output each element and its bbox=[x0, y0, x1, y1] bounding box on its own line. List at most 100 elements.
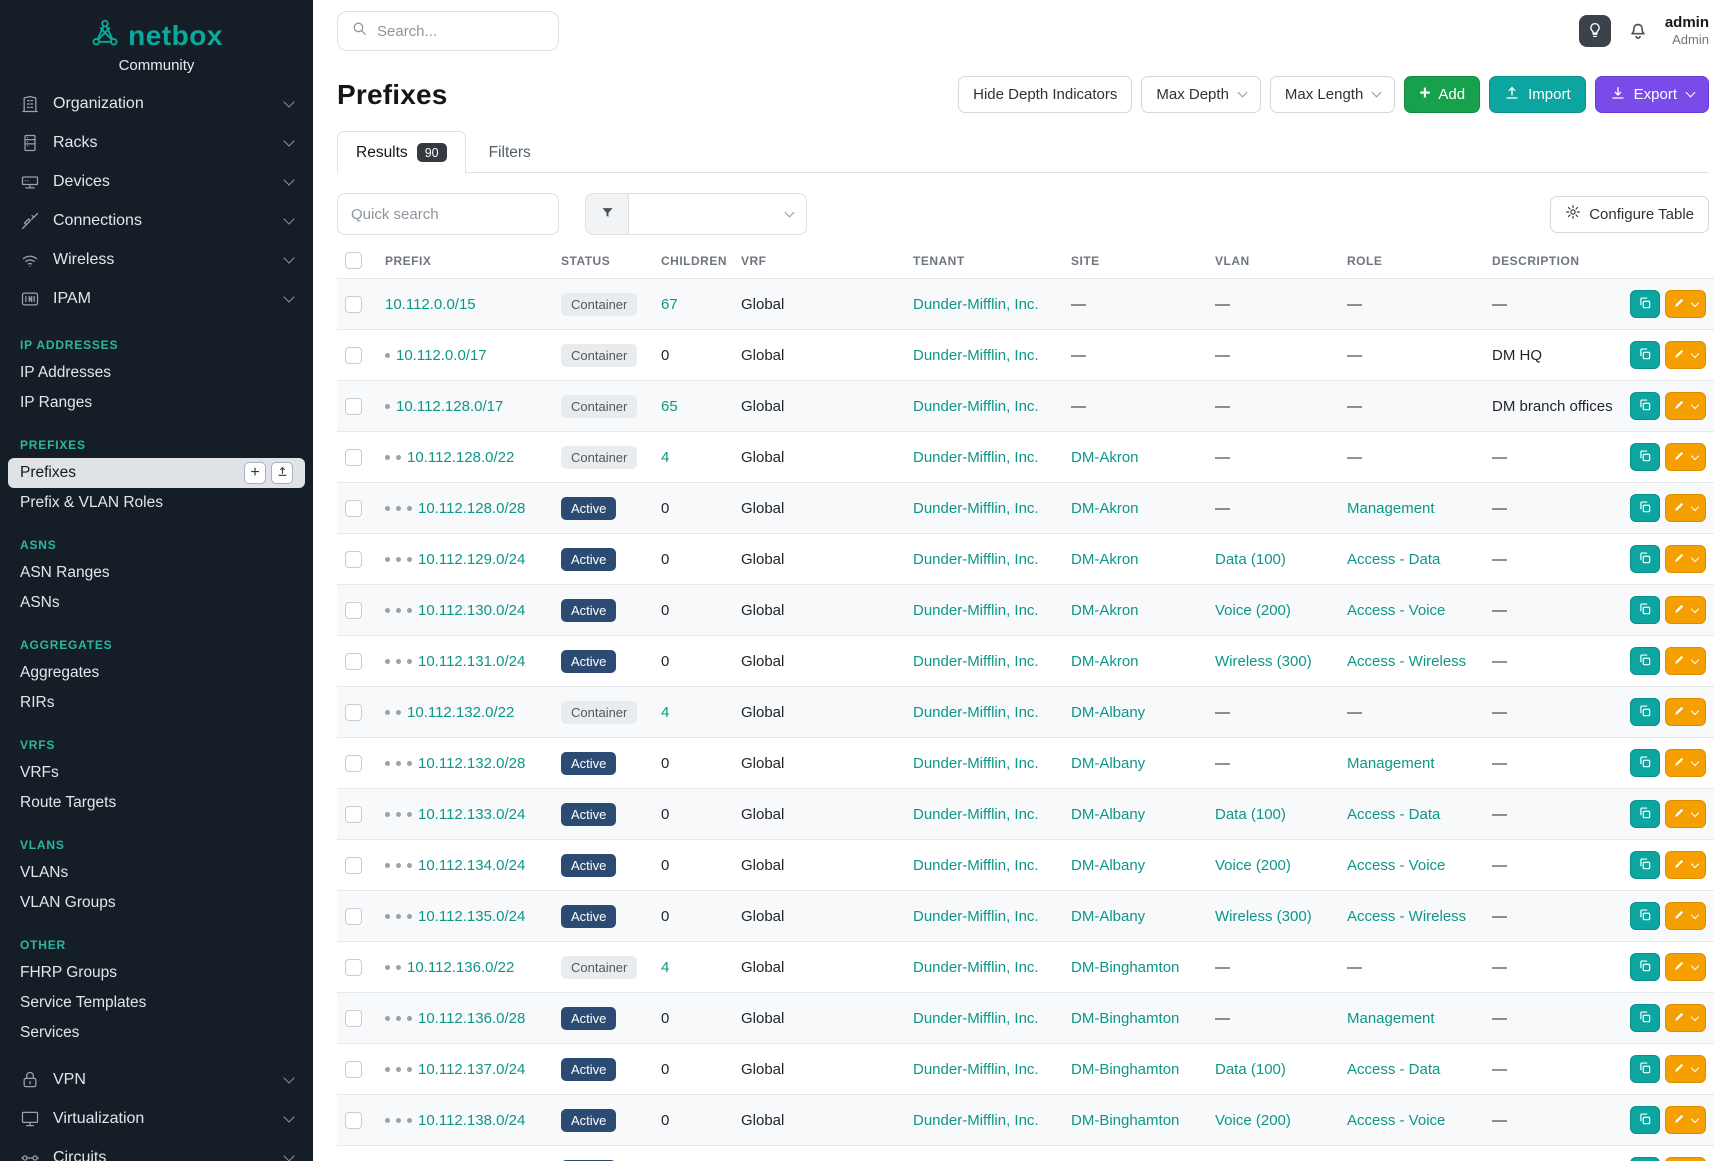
sidebar-item-racks[interactable]: Racks bbox=[0, 123, 313, 162]
tenant-link[interactable]: Dunder-Mifflin, Inc. bbox=[913, 1061, 1039, 1078]
role-link[interactable]: Access - Data bbox=[1347, 1061, 1440, 1078]
vlan-link[interactable]: Data (100) bbox=[1215, 1061, 1286, 1078]
edit-button[interactable] bbox=[1665, 953, 1706, 981]
role-link[interactable]: Access - Data bbox=[1347, 551, 1440, 568]
edit-button[interactable] bbox=[1665, 647, 1706, 675]
row-checkbox[interactable] bbox=[345, 296, 362, 313]
role-link[interactable]: Management bbox=[1347, 500, 1435, 517]
role-link[interactable]: Access - Data bbox=[1347, 806, 1440, 823]
sidebar-item-rirs[interactable]: RIRs bbox=[0, 688, 313, 718]
site-link[interactable]: DM-Akron bbox=[1071, 551, 1139, 568]
copy-button[interactable] bbox=[1630, 902, 1660, 930]
theme-toggle-button[interactable] bbox=[1579, 15, 1611, 47]
prefix-link[interactable]: 10.112.133.0/24 bbox=[418, 806, 525, 823]
row-checkbox[interactable] bbox=[345, 704, 362, 721]
edit-button[interactable] bbox=[1665, 1106, 1706, 1134]
sidebar-item-devices[interactable]: Devices bbox=[0, 162, 313, 201]
edit-button[interactable] bbox=[1665, 341, 1706, 369]
row-checkbox[interactable] bbox=[345, 908, 362, 925]
vlan-link[interactable]: Voice (200) bbox=[1215, 602, 1291, 619]
row-checkbox[interactable] bbox=[345, 653, 362, 670]
copy-button[interactable] bbox=[1630, 1055, 1660, 1083]
sidebar-item-vlans[interactable]: VLANs bbox=[0, 858, 313, 888]
column-header-tenant[interactable]: TENANT bbox=[905, 243, 1063, 279]
sidebar-item-wireless[interactable]: Wireless bbox=[0, 240, 313, 279]
sidebar-item-ip-ranges[interactable]: IP Ranges bbox=[0, 388, 313, 418]
brand[interactable]: netbox Community bbox=[0, 0, 313, 84]
tenant-link[interactable]: Dunder-Mifflin, Inc. bbox=[913, 347, 1039, 364]
site-link[interactable]: DM-Albany bbox=[1071, 908, 1145, 925]
tenant-link[interactable]: Dunder-Mifflin, Inc. bbox=[913, 500, 1039, 517]
sidebar-item-aggregates[interactable]: Aggregates bbox=[0, 658, 313, 688]
notifications-button[interactable] bbox=[1627, 19, 1649, 44]
site-link[interactable]: DM-Albany bbox=[1071, 755, 1145, 772]
copy-button[interactable] bbox=[1630, 1004, 1660, 1032]
copy-button[interactable] bbox=[1630, 1157, 1660, 1161]
site-link[interactable]: DM-Albany bbox=[1071, 704, 1145, 721]
prefix-link[interactable]: 10.112.129.0/24 bbox=[418, 551, 525, 568]
user-menu[interactable]: admin Admin bbox=[1665, 14, 1709, 49]
tenant-link[interactable]: Dunder-Mifflin, Inc. bbox=[913, 857, 1039, 874]
vlan-link[interactable]: Voice (200) bbox=[1215, 857, 1291, 874]
copy-button[interactable] bbox=[1630, 392, 1660, 420]
tenant-link[interactable]: Dunder-Mifflin, Inc. bbox=[913, 908, 1039, 925]
site-link[interactable]: DM-Albany bbox=[1071, 806, 1145, 823]
site-link[interactable]: DM-Akron bbox=[1071, 500, 1139, 517]
column-header-status[interactable]: STATUS bbox=[553, 243, 653, 279]
tenant-link[interactable]: Dunder-Mifflin, Inc. bbox=[913, 653, 1039, 670]
sidebar-item-prefixes[interactable]: Prefixes + bbox=[8, 458, 305, 488]
row-checkbox[interactable] bbox=[345, 1010, 362, 1027]
prefix-link[interactable]: 10.112.135.0/24 bbox=[418, 908, 525, 925]
copy-button[interactable] bbox=[1630, 290, 1660, 318]
sidebar-item-organization[interactable]: Organization bbox=[0, 84, 313, 123]
edit-button[interactable] bbox=[1665, 902, 1706, 930]
row-checkbox[interactable] bbox=[345, 347, 362, 364]
column-header-description[interactable]: DESCRIPTION bbox=[1484, 243, 1622, 279]
quick-import-button[interactable] bbox=[271, 462, 293, 484]
tenant-link[interactable]: Dunder-Mifflin, Inc. bbox=[913, 806, 1039, 823]
site-link[interactable]: DM-Binghamton bbox=[1071, 1112, 1179, 1129]
prefix-link[interactable]: 10.112.132.0/22 bbox=[407, 704, 514, 721]
edit-button[interactable] bbox=[1665, 596, 1706, 624]
sidebar-item-asns[interactable]: ASNs bbox=[0, 588, 313, 618]
edit-button[interactable] bbox=[1665, 749, 1706, 777]
edit-button[interactable] bbox=[1665, 290, 1706, 318]
prefix-link[interactable]: 10.112.0.0/15 bbox=[385, 296, 476, 313]
sidebar-item-vlan-groups[interactable]: VLAN Groups bbox=[0, 888, 313, 918]
copy-button[interactable] bbox=[1630, 494, 1660, 522]
prefix-link[interactable]: 10.112.132.0/28 bbox=[418, 755, 525, 772]
global-search[interactable] bbox=[337, 11, 559, 51]
row-checkbox[interactable] bbox=[345, 398, 362, 415]
prefix-link[interactable]: 10.112.128.0/17 bbox=[396, 398, 503, 415]
edit-button[interactable] bbox=[1665, 1004, 1706, 1032]
sidebar-item-vpn[interactable]: VPN bbox=[0, 1060, 313, 1099]
prefix-link[interactable]: 10.112.138.0/24 bbox=[418, 1112, 525, 1129]
site-link[interactable]: DM-Albany bbox=[1071, 857, 1145, 874]
sidebar-item-asn-ranges[interactable]: ASN Ranges bbox=[0, 558, 313, 588]
row-checkbox[interactable] bbox=[345, 602, 362, 619]
copy-button[interactable] bbox=[1630, 953, 1660, 981]
column-header-vlan[interactable]: VLAN bbox=[1207, 243, 1339, 279]
prefix-link[interactable]: 10.112.136.0/22 bbox=[407, 959, 514, 976]
tenant-link[interactable]: Dunder-Mifflin, Inc. bbox=[913, 398, 1039, 415]
sidebar-item-prefix-vlan-roles[interactable]: Prefix & VLAN Roles bbox=[0, 488, 313, 518]
copy-button[interactable] bbox=[1630, 749, 1660, 777]
sidebar-item-connections[interactable]: Connections bbox=[0, 201, 313, 240]
configure-table-button[interactable]: Configure Table bbox=[1550, 196, 1709, 233]
row-checkbox[interactable] bbox=[345, 806, 362, 823]
edit-button[interactable] bbox=[1665, 494, 1706, 522]
tenant-link[interactable]: Dunder-Mifflin, Inc. bbox=[913, 551, 1039, 568]
tenant-link[interactable]: Dunder-Mifflin, Inc. bbox=[913, 959, 1039, 976]
prefix-link[interactable]: 10.112.136.0/28 bbox=[418, 1010, 525, 1027]
edit-button[interactable] bbox=[1665, 443, 1706, 471]
global-search-input[interactable] bbox=[377, 23, 545, 40]
sidebar-item-route-targets[interactable]: Route Targets bbox=[0, 788, 313, 818]
column-header-vrf[interactable]: VRF bbox=[733, 243, 905, 279]
sidebar-item-ip-addresses[interactable]: IP Addresses bbox=[0, 358, 313, 388]
copy-button[interactable] bbox=[1630, 698, 1660, 726]
row-checkbox[interactable] bbox=[345, 755, 362, 772]
copy-button[interactable] bbox=[1630, 851, 1660, 879]
edit-button[interactable] bbox=[1665, 851, 1706, 879]
prefix-link[interactable]: 10.112.134.0/24 bbox=[418, 857, 525, 874]
column-header-role[interactable]: ROLE bbox=[1339, 243, 1484, 279]
